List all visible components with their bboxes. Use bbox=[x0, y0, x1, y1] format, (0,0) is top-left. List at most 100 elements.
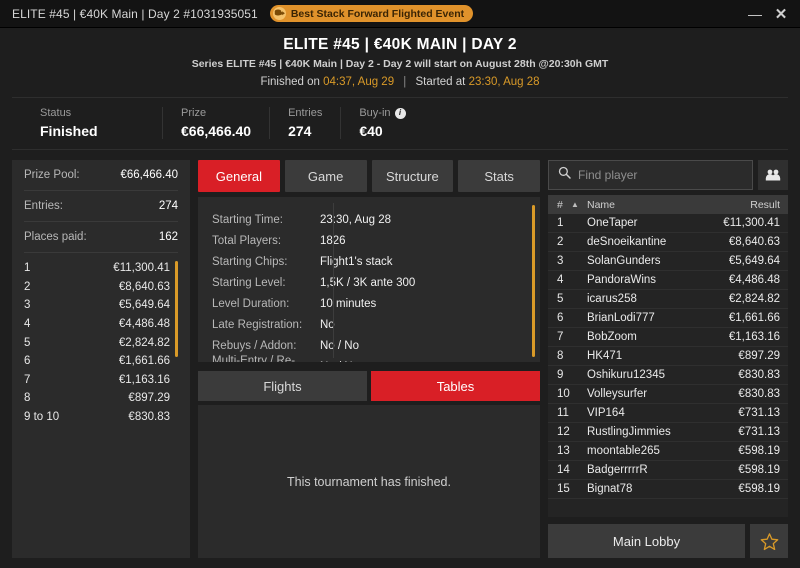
player-row[interactable]: 12 RustlingJimmies €731.13 bbox=[548, 423, 788, 442]
minimize-button[interactable]: — bbox=[742, 1, 768, 27]
player-row[interactable]: 6 BrianLodi777 €1,661.66 bbox=[548, 309, 788, 328]
places-paid-row: Places paid: 162 bbox=[24, 222, 178, 253]
tournament-subtitle: Series ELITE #45 | €40K Main | Day 2 - D… bbox=[191, 58, 609, 70]
detail-value: Flight1's stack bbox=[320, 255, 393, 268]
search-input[interactable] bbox=[578, 168, 743, 182]
search-box[interactable] bbox=[548, 160, 753, 190]
payout-scrollbar[interactable] bbox=[175, 261, 178, 357]
payout-rank: 3 bbox=[24, 299, 31, 312]
player-row[interactable]: 8 HK471 €897.29 bbox=[548, 347, 788, 366]
stat-entries-label: Entries bbox=[288, 107, 323, 119]
player-row[interactable]: 13 moontable265 €598.19 bbox=[548, 442, 788, 461]
tournament-finished-message: This tournament has finished. bbox=[287, 474, 451, 489]
summary-stat-strip: Status Finished Prize €66,466.40 Entries… bbox=[12, 97, 788, 150]
player-row[interactable]: 14 BadgerrrrrR €598.19 bbox=[548, 461, 788, 480]
payout-amount: €830.83 bbox=[128, 411, 170, 424]
player-result: €731.13 bbox=[738, 407, 780, 419]
tables-panel: This tournament has finished. bbox=[198, 405, 540, 558]
detail-scrollbar[interactable] bbox=[532, 205, 535, 357]
payout-amount: €5,649.64 bbox=[118, 299, 170, 312]
tournament-lobby-window: ELITE #45 | €40K Main | Day 2 #103193505… bbox=[0, 0, 800, 568]
player-rank: 14 bbox=[557, 464, 570, 476]
player-row[interactable]: 7 BobZoom €1,163.16 bbox=[548, 328, 788, 347]
tab-game[interactable]: Game bbox=[284, 160, 367, 192]
column-header-result[interactable]: Result bbox=[750, 199, 780, 211]
player-row[interactable]: 5 icarus258 €2,824.82 bbox=[548, 290, 788, 309]
player-result: €830.83 bbox=[738, 369, 780, 381]
player-row[interactable]: 10 Volleysurfer €830.83 bbox=[548, 385, 788, 404]
player-name: BrianLodi777 bbox=[587, 312, 655, 324]
player-row[interactable]: 11 VIP164 €731.13 bbox=[548, 404, 788, 423]
player-row[interactable]: 9 Oshikuru12345 €830.83 bbox=[548, 366, 788, 385]
payout-amount: €8,640.63 bbox=[118, 280, 170, 293]
player-result: €5,649.64 bbox=[728, 255, 780, 267]
detail-row: Starting Level: 1,5K / 3K ante 300 bbox=[198, 272, 540, 293]
payout-row: 1 €11,300.41 bbox=[24, 259, 178, 278]
general-detail-panel[interactable]: Starting Time: 23:30, Aug 28 Total Player… bbox=[198, 197, 540, 362]
detail-value: 10 minutes bbox=[320, 297, 377, 310]
star-icon[interactable] bbox=[750, 524, 788, 558]
payout-row: 5 €2,824.82 bbox=[24, 333, 178, 352]
people-icon[interactable] bbox=[758, 160, 788, 190]
player-rank: 2 bbox=[557, 236, 564, 248]
tab-general[interactable]: General bbox=[198, 160, 280, 192]
payout-rank: 7 bbox=[24, 373, 31, 386]
payout-list[interactable]: 1 €11,300.41 2 €8,640.63 3 €5,649.64 4 €4,48… bbox=[24, 253, 178, 558]
player-result: €1,163.16 bbox=[728, 331, 780, 343]
player-name: OneTaper bbox=[587, 217, 638, 229]
player-result: €598.19 bbox=[738, 445, 780, 457]
tab-stats[interactable]: Stats bbox=[458, 160, 540, 192]
player-row[interactable]: 4 PandoraWins €4,486.48 bbox=[548, 271, 788, 290]
stat-entries-value: 274 bbox=[288, 123, 312, 139]
payout-row: 8 €897.29 bbox=[24, 389, 178, 408]
player-rank: 12 bbox=[557, 426, 570, 438]
payout-rank: 5 bbox=[24, 336, 31, 349]
main-lobby-button[interactable]: Main Lobby bbox=[548, 524, 745, 558]
tournament-times: Finished on 04:37, Aug 29 | Started at 2… bbox=[0, 76, 800, 88]
finished-label: Finished on bbox=[260, 76, 320, 88]
player-result: €731.13 bbox=[738, 426, 780, 438]
info-icon[interactable]: i bbox=[394, 107, 406, 119]
player-result: €598.19 bbox=[738, 464, 780, 476]
player-results-list[interactable]: # ▲ Name Result 1 OneTaper €11,300.41 2 deS… bbox=[548, 195, 788, 517]
detail-key: Late Registration: bbox=[212, 318, 303, 331]
bottom-tabs: Flights Tables bbox=[198, 371, 540, 401]
player-name: Oshikuru12345 bbox=[587, 369, 665, 381]
places-paid-value: 162 bbox=[158, 231, 178, 243]
player-rank: 10 bbox=[557, 388, 570, 400]
chips-forward-icon bbox=[272, 7, 286, 20]
footer-actions: Main Lobby bbox=[548, 524, 788, 558]
detail-row: Level Duration: 10 minutes bbox=[198, 293, 540, 314]
stat-buyin: Buy-in i €40 bbox=[340, 107, 423, 139]
tab-flights[interactable]: Flights bbox=[198, 371, 367, 401]
sort-ascending-icon[interactable]: ▲ bbox=[571, 200, 587, 209]
tab-tables[interactable]: Tables bbox=[371, 371, 540, 401]
player-rows-container: 1 OneTaper €11,300.41 2 deSnoeikantine €8,64… bbox=[548, 214, 788, 517]
player-row[interactable]: 1 OneTaper €11,300.41 bbox=[548, 214, 788, 233]
detail-key: Multi-Entry / Re-Entry: bbox=[212, 354, 296, 363]
player-row[interactable]: 15 Bignat78 €598.19 bbox=[548, 480, 788, 499]
payout-row: 2 €8,640.63 bbox=[24, 278, 178, 297]
player-name: deSnoeikantine bbox=[587, 236, 667, 248]
player-rank: 9 bbox=[557, 369, 564, 381]
detail-row: Late Registration: No bbox=[198, 314, 540, 335]
stat-status-label: Status bbox=[40, 107, 72, 119]
main-body: Prize Pool: €66,466.40 Entries: 274 Plac… bbox=[0, 150, 800, 568]
prize-pool-row: Prize Pool: €66,466.40 bbox=[24, 160, 178, 191]
page-title: ELITE #45 | €40K MAIN | DAY 2 bbox=[283, 36, 517, 53]
player-name: BadgerrrrrR bbox=[587, 464, 648, 476]
player-row[interactable]: 3 SolanGunders €5,649.64 bbox=[548, 252, 788, 271]
payout-rank: 8 bbox=[24, 392, 31, 405]
stat-prize: Prize €66,466.40 bbox=[162, 107, 269, 139]
player-row[interactable]: 2 deSnoeikantine €8,640.63 bbox=[548, 233, 788, 252]
payout-row: 9 to 10 €830.83 bbox=[24, 408, 178, 427]
payout-amount: €897.29 bbox=[128, 392, 170, 405]
tab-structure[interactable]: Structure bbox=[371, 160, 454, 192]
column-header-name[interactable]: Name bbox=[587, 199, 750, 211]
search-icon bbox=[558, 166, 571, 184]
detail-row: Total Players:1826 bbox=[198, 230, 540, 251]
close-button[interactable]: ✕ bbox=[768, 1, 794, 27]
player-name: Bignat78 bbox=[587, 483, 633, 495]
player-rank: 7 bbox=[557, 331, 564, 343]
player-search-row bbox=[548, 160, 788, 190]
